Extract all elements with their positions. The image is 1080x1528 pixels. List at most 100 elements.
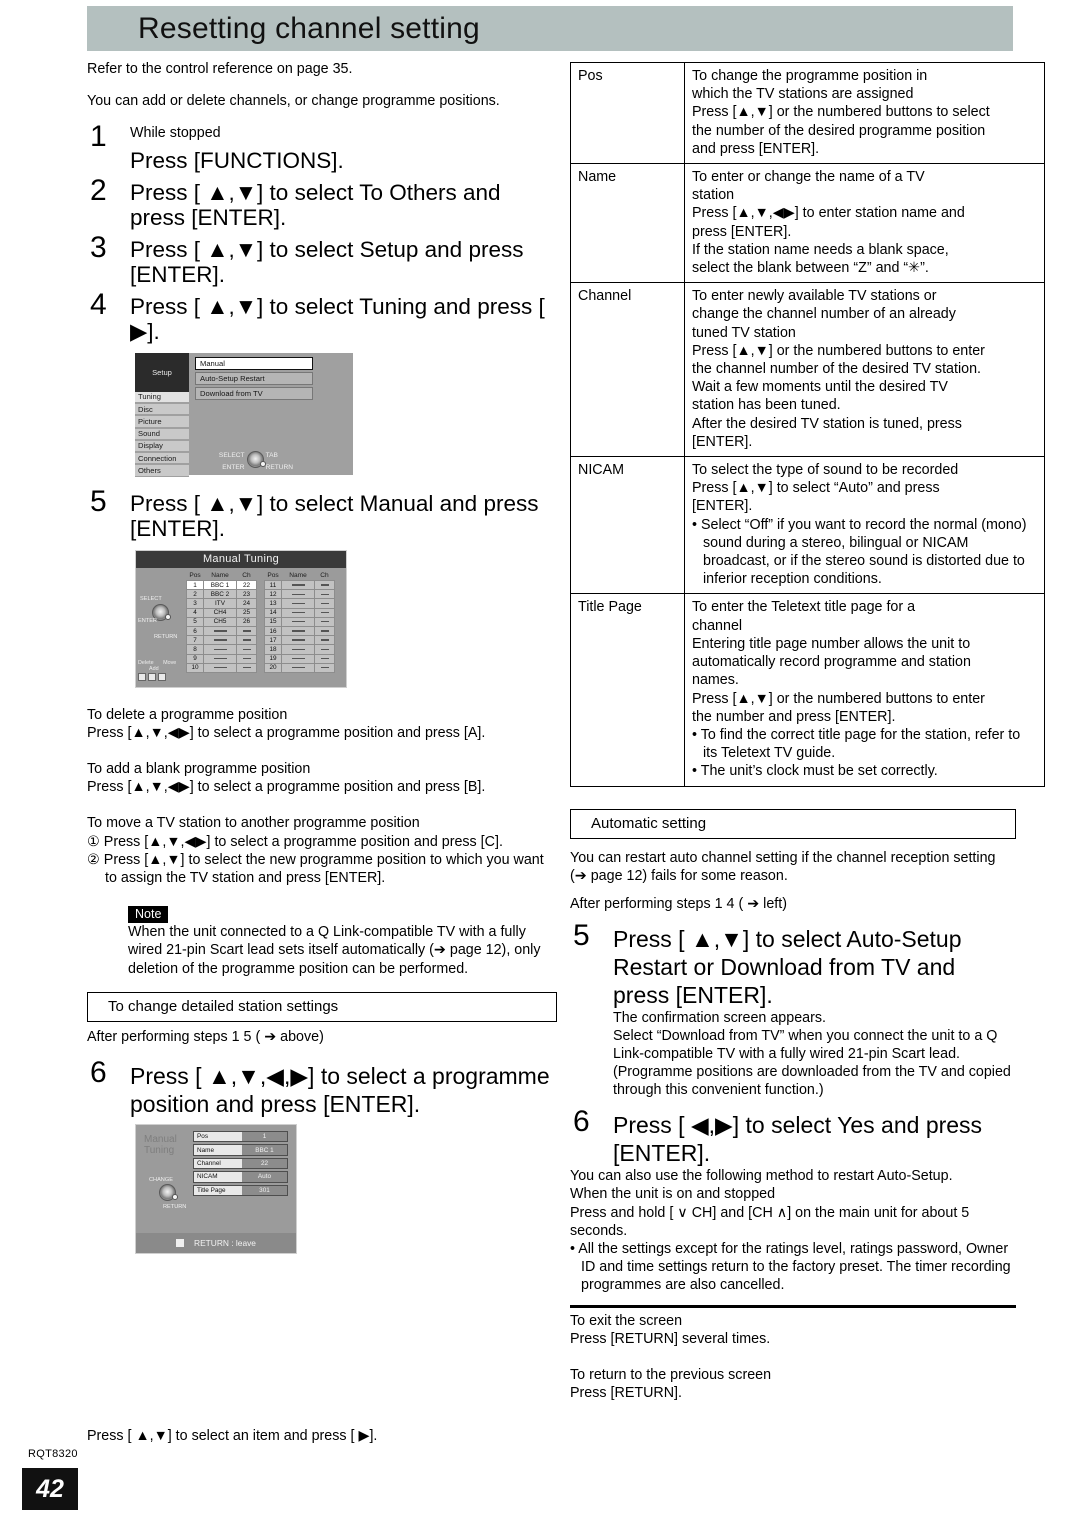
auto-step-5-number: 5 (573, 919, 590, 953)
return-key-icon (176, 1239, 190, 1248)
auto-step-5: 5 Press [ ▲,▼] to select Auto-Setup Rest… (570, 921, 1016, 1009)
spec-table-line: To enter newly available TV stations or (692, 288, 937, 305)
alt-method-line2: When the unit is on and stopped (570, 1186, 776, 1203)
osd-detail-title-line2: Tuning (144, 1145, 175, 1157)
spec-table-line: press [ENTER]. (692, 223, 792, 240)
osd-manual-tuning-title: Manual Tuning (136, 550, 346, 568)
osd-mt-row[interactable]: 7 (186, 635, 257, 646)
osd-mt-row[interactable]: 10 (186, 662, 257, 673)
osd-mt-cell-name (281, 598, 315, 609)
osd-mt-row[interactable]: 3 ITV 24 (186, 598, 257, 609)
osd-setup-option-download-from-tv[interactable]: Download from TV (195, 386, 313, 400)
spec-table-value: To enter or change the name of a TV stati… (684, 163, 1045, 284)
spec-table-line: After the desired TV station is tuned, p… (692, 415, 962, 432)
dpad-icon (246, 451, 266, 469)
osd-mt-col-name: Name (211, 571, 229, 579)
auto-step-6: 6 Press [ ◀,▶] to select Yes and press [… (570, 1107, 1016, 1167)
spec-table-line: automatically record programme and stati… (692, 654, 971, 671)
spec-table-bullet: • To find the correct title page for the… (692, 726, 1021, 762)
osd-mt-key-add: Add (149, 665, 159, 672)
osd-setup-menu-tuning[interactable]: Tuning (135, 391, 189, 403)
spec-table-line: To select the type of sound to be record… (692, 462, 959, 479)
step-4: 4 Press [ ▲,▼] to select Tuning and pres… (87, 287, 557, 345)
osd-screenshot-manual-tuning: Manual Tuning SELECT ENTER RETURN Delete… (135, 549, 347, 688)
osd-setup-menu-display[interactable]: Display (135, 440, 189, 453)
osd-mt-row[interactable]: 2 BBC 2 23 (186, 589, 257, 600)
osd-mt-cell-name (203, 635, 237, 646)
detailed-settings-heading: To change detailed station settings (87, 991, 557, 1022)
osd-setup-option-auto-setup-restart[interactable]: Auto-Setup Restart (195, 371, 313, 385)
osd-detail-nav-change: CHANGE (149, 1177, 173, 1184)
osd-detail-row[interactable]: Pos 1 (193, 1131, 288, 1143)
spec-table-row: NICAM To select the type of sound to be r… (570, 456, 1045, 595)
osd-mt-row[interactable]: 17 (264, 635, 335, 646)
key-c-icon[interactable] (158, 672, 166, 681)
spec-table-row: Name To enter or change the name of a TV s… (570, 163, 1045, 284)
osd-mt-row[interactable]: 15 (264, 616, 335, 628)
document-code: RQT8320 (28, 1448, 78, 1460)
osd-setup-menu-sound[interactable]: Sound (135, 428, 189, 440)
osd-mt-row[interactable]: 8 (186, 644, 257, 655)
page-title-bar: Resetting channel setting (87, 6, 1013, 51)
osd-mt-row[interactable]: 1 BBC 1 22 (186, 580, 257, 591)
auto-step-6-text: Press [ ◀,▶] to select Yes and press [EN… (613, 1112, 983, 1167)
osd-detail-row-value: 1 (242, 1132, 287, 1142)
osd-mt-row[interactable]: 14 (264, 607, 335, 618)
spec-table-line: tuned TV station (692, 324, 796, 341)
osd-mt-row[interactable]: 19 (264, 653, 335, 664)
osd-mt-row[interactable]: 20 (264, 662, 335, 673)
osd-setup-menu-picture[interactable]: Picture (135, 416, 189, 428)
step-4-text: Press [ ▲,▼] to select Tuning and press … (130, 293, 545, 345)
intro-description: You can add or delete channels, or chang… (87, 93, 500, 110)
osd-mt-key-move: Move (163, 659, 177, 666)
key-b-icon[interactable] (148, 672, 156, 681)
osd-detail-row-value: 301 (242, 1185, 287, 1195)
dpad-icon (159, 1184, 178, 1202)
osd-mt-row[interactable]: 5 CH5 26 (186, 616, 257, 628)
osd-mt-row[interactable]: 11 (264, 580, 335, 591)
osd-setup-menu-disc[interactable]: Disc (135, 403, 189, 416)
spec-table-line: [ENTER]. (692, 498, 753, 515)
osd-mt-cell-pos: 4 (186, 607, 204, 618)
osd-mt-row[interactable]: 16 (264, 626, 335, 637)
osd-setup-nav-tab: TAB (265, 451, 278, 459)
step-3: 3 Press [ ▲,▼] to select Setup and press… (87, 232, 557, 288)
spec-table-line: and press [ENTER]. (692, 140, 820, 157)
spec-table-value: To enter newly available TV stations or c… (684, 282, 1045, 458)
osd-mt-cell-ch (236, 626, 257, 637)
step-4-number: 4 (90, 287, 107, 321)
step-1-precondition: While stopped (130, 125, 221, 142)
section-divider (570, 1304, 1016, 1308)
move-station-step-2: ② Press [▲,▼] to select the new programm… (87, 851, 544, 887)
osd-mt-row[interactable]: 4 CH4 25 (186, 607, 257, 618)
key-a-icon[interactable] (138, 672, 146, 681)
note-body: When the unit connected to a Q Link-comp… (128, 924, 541, 977)
osd-setup-menu-others[interactable]: Others (135, 465, 189, 477)
osd-mt-nav-return: RETURN (154, 633, 178, 640)
osd-mt-col-pos-2: Pos (267, 571, 279, 579)
osd-mt-cell-ch (314, 598, 335, 609)
osd-mt-row[interactable]: 6 (186, 626, 257, 637)
osd-mt-cell-name (203, 662, 237, 673)
move-station-step-1: ① Press [▲,▼,◀▶] to select a programme p… (87, 833, 503, 850)
osd-mt-cell-ch (236, 635, 257, 646)
osd-detail-row[interactable]: Channel 22 (193, 1157, 288, 1170)
osd-mt-row[interactable]: 12 (264, 589, 335, 600)
osd-detail-row[interactable]: Name BBC 1 (193, 1144, 288, 1156)
osd-mt-cell-name (281, 653, 315, 664)
spec-table-line: which the TV stations are assigned (692, 86, 914, 103)
osd-mt-cell-name: BBC 1 (203, 580, 237, 591)
spec-table-line: station has been tuned. (692, 397, 841, 414)
osd-mt-row[interactable]: 13 (264, 598, 335, 609)
auto-step-5-sub1: The confirmation screen appears. (613, 1010, 826, 1027)
osd-setup-option-manual[interactable]: Manual (195, 356, 313, 370)
osd-mt-cell-pos: 15 (264, 616, 282, 628)
osd-mt-cell-pos: 9 (186, 653, 204, 664)
osd-mt-row[interactable]: 9 (186, 653, 257, 664)
osd-mt-cell-pos: 7 (186, 635, 204, 646)
osd-mt-row[interactable]: 18 (264, 644, 335, 655)
osd-setup-menu-connection[interactable]: Connection (135, 453, 189, 465)
step-1-number: 1 (90, 120, 107, 154)
spec-table-line: Entering title page number allows the un… (692, 635, 971, 652)
step-1-text: Press [FUNCTIONS]. (130, 147, 344, 173)
